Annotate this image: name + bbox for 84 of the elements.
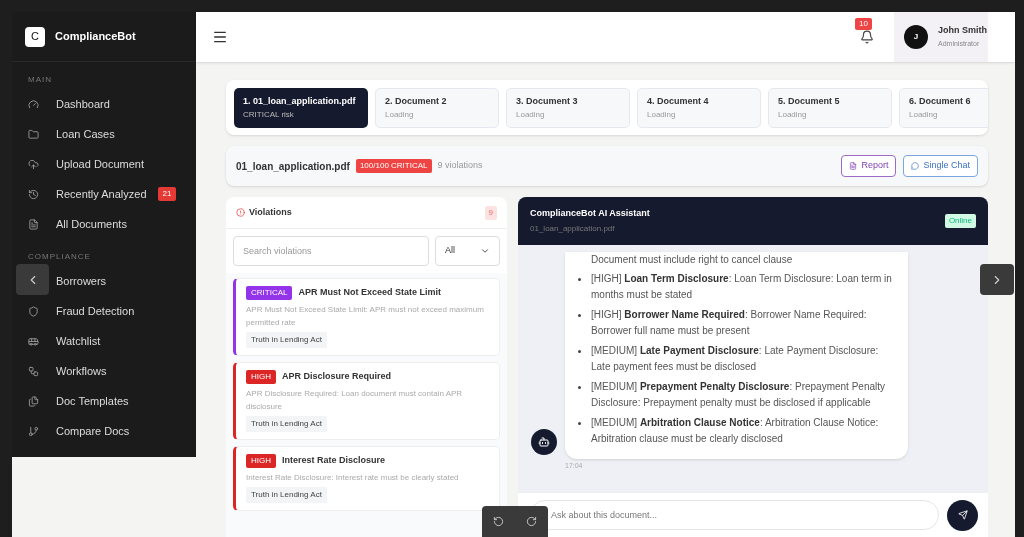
nav-item[interactable]: Upload Document <box>12 149 196 179</box>
shield-icon <box>28 305 39 317</box>
message-item: [MEDIUM] Prepayment Penalty Disclosure: Prepayment Penalty Disclosure: Prepayment penalty must be disclosed if applicable <box>591 379 886 410</box>
alert-icon <box>236 208 245 217</box>
bell-icon[interactable] <box>860 30 874 44</box>
report-button[interactable]: Report <box>841 155 897 177</box>
violation-title: Interest Rate Disclosure <box>282 454 386 468</box>
message-item: [HIGH] Loan Term Disclosure: Loan Term Disclosure: Loan term in months must be stated <box>591 271 893 302</box>
severity-badge: CRITICAL <box>246 286 293 300</box>
history-icon <box>28 188 39 200</box>
nav-item[interactable]: Recently Analyzed 21 <box>12 179 196 209</box>
document-tab[interactable]: 4. Document 4 Loading <box>637 87 761 128</box>
chat-title: ComplianceBot AI Assistant <box>530 207 650 220</box>
count-badge: 9 <box>484 205 497 220</box>
violation-description: Interest Rate Disclosure: Interest rate must be clearly stated <box>246 472 460 484</box>
user-avatar: J <box>904 25 928 49</box>
chevron-down-icon <box>480 246 490 256</box>
bullet-icon <box>578 385 581 389</box>
notification-badge: 10 <box>855 18 872 30</box>
rotate-right-icon[interactable] <box>526 516 537 527</box>
violation-card[interactable]: HIGH Interest Rate Disclosure Interest Rate Disclosure: Interest rate must be clearly stated Truth in Lending Act <box>233 446 500 511</box>
count-badge: 21 <box>157 187 177 201</box>
violation-card[interactable]: HIGH APR Disclosure Required APR Disclosure Required: Loan document must contain APR disclosure Truth in Lending Act <box>233 362 500 440</box>
nav-item[interactable]: Doc Templates <box>12 386 196 416</box>
folder-icon <box>28 128 39 140</box>
message-item: [HIGH] Borrower Name Required: Borrower Name Required: Borrower full name must be present <box>591 307 868 338</box>
nav-item[interactable]: Loan Cases <box>12 119 196 149</box>
document-tab[interactable]: 2. Document 2 Loading <box>375 87 499 128</box>
nav-item[interactable]: Workflows <box>12 356 196 386</box>
panel-title: Violations <box>249 205 292 219</box>
message-item: [MEDIUM] Arbitration Clause Notice: Arbitration Clause Notice: Arbitration clause must be clearly disclosed <box>591 415 880 446</box>
bullet-icon <box>578 277 581 281</box>
document-tab[interactable]: 3. Document 3 Loading <box>506 87 630 128</box>
branch-icon <box>28 425 39 437</box>
severity-badge: HIGH <box>246 370 276 384</box>
menu-icon[interactable] <box>212 29 228 45</box>
severity-badge: HIGH <box>246 454 276 468</box>
bullet-icon <box>578 313 581 317</box>
nav-item[interactable]: Compare Docs <box>12 416 196 446</box>
message-text: Document must include right to cancel clause <box>590 252 794 267</box>
law-tag: Truth in Lending Act <box>246 487 327 503</box>
law-tag: Truth in Lending Act <box>246 332 327 348</box>
violation-card[interactable]: CRITICAL APR Must Not Exceed State Limit APR Must Not Exceed State Limit: APR must not exceed maximum permitted rate Truth in Lending Act <box>233 278 500 356</box>
violation-description: APR Must Not Exceed State Limit: APR must not exceed maximum permitted rate <box>246 304 485 329</box>
chat-subtitle: 01_loan_application.pdf <box>530 223 616 235</box>
bus-icon <box>28 335 39 347</box>
brand-name: ComplianceBot <box>55 29 136 45</box>
rotate-left-icon[interactable] <box>493 516 504 527</box>
law-tag: Truth in Lending Act <box>246 416 327 432</box>
risk-badge: 100/100 CRITICAL <box>355 159 432 173</box>
gauge-icon <box>28 98 39 110</box>
file-name: 01_loan_application.pdf <box>236 159 350 174</box>
nav-item[interactable]: Dashboard <box>12 89 196 119</box>
logo: C <box>25 26 45 47</box>
violation-title: APR Disclosure Required <box>282 370 392 384</box>
robot-icon <box>538 436 550 448</box>
filter-dropdown[interactable]: All <box>435 236 500 266</box>
bullet-icon <box>578 421 581 425</box>
chat-button[interactable]: Single Chat <box>903 155 978 177</box>
files-icon <box>28 395 39 407</box>
document-icon <box>28 218 39 230</box>
user-name: John Smith <box>938 24 987 37</box>
chat-bubble-icon <box>911 162 920 170</box>
document-tab[interactable]: 6. Document 6 Loading <box>899 87 988 128</box>
send-icon <box>957 510 968 520</box>
document-tab[interactable]: 1. 01_loan_application.pdf CRITICAL risk <box>234 87 368 128</box>
nav-item[interactable]: Watchlist <box>12 326 196 356</box>
status-badge: Online <box>944 214 976 228</box>
send-button[interactable] <box>947 499 978 531</box>
section-label: MAIN <box>27 74 53 86</box>
cloud-upload-icon <box>28 158 39 170</box>
nav-item[interactable]: Fraud Detection <box>12 296 196 326</box>
document-icon <box>849 162 858 170</box>
message-item: [MEDIUM] Late Payment Disclosure: Late Payment Disclosure: Late payment fees must be disclosed <box>591 343 880 374</box>
violation-title: APR Must Not Exceed State Limit <box>298 286 441 300</box>
section-label: COMPLIANCE <box>27 251 92 263</box>
workflow-icon <box>28 365 39 377</box>
document-tab[interactable]: 5. Document 5 Loading <box>768 87 892 128</box>
next-button[interactable] <box>980 264 1014 295</box>
violations-count: 9 violations <box>437 159 483 173</box>
bullet-icon <box>578 349 581 353</box>
search-field[interactable]: Search violations <box>233 236 429 266</box>
nav-item[interactable]: All Documents <box>12 209 196 239</box>
violation-description: APR Disclosure Required: Loan document must contain APR disclosure <box>246 388 464 413</box>
